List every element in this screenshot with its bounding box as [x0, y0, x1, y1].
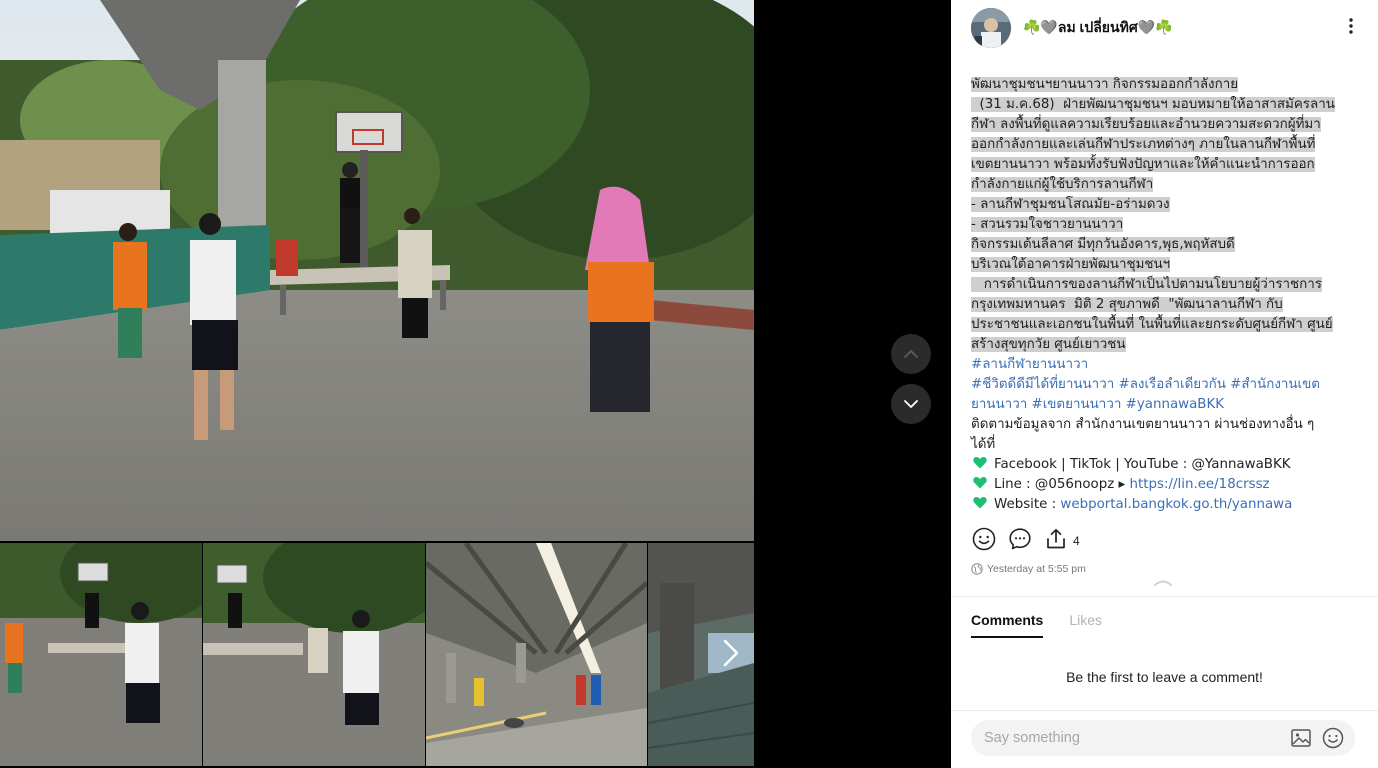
empty-comments-message: Be the first to leave a comment!	[1066, 669, 1263, 685]
post-detail-panel: ☘️🩶ลม เปลี่ยนทิศ🩶☘️ พัฒนาชุมชนฯยานนาวา ก…	[951, 0, 1378, 768]
tab-comments[interactable]: Comments	[971, 612, 1044, 638]
comment-input[interactable]	[984, 720, 1274, 756]
hashtag-link[interactable]: #ลานกีฬายานนาวา	[971, 357, 1088, 372]
share-button[interactable]	[1043, 528, 1069, 554]
comment-bubble-icon	[1008, 527, 1032, 556]
post-line: สร้างสุขทุกวัย ศูนย์เยาวชน	[971, 337, 1126, 352]
smiley-icon	[972, 527, 996, 556]
follow-text: ได้ที่	[971, 437, 996, 452]
react-button[interactable]	[971, 527, 997, 556]
comment-composer	[971, 720, 1355, 756]
post-line: พัฒนาชุมชนฯยานนาวา กิจกรรมออกกำลังกาย	[971, 77, 1239, 92]
post-line: - ลานกีฬาชุมชนโสณมัย-อร่ามดวง	[971, 197, 1170, 212]
post-line: การดำเนินการของลานกีฬาเป็นไปตามนโยบายผู้…	[971, 277, 1322, 292]
globe-icon	[971, 563, 983, 575]
post-line: กำลังกายแก่ผู้ใช้บริการลานกีฬา	[971, 177, 1154, 192]
line-id-text: Line : @056noopz ▸	[994, 477, 1130, 492]
social-accounts-text: Facebook | TikTok | YouTube : @YannawaBK…	[994, 457, 1291, 472]
media-viewer	[0, 0, 951, 768]
chevron-up-icon	[1152, 574, 1174, 591]
post-line: กรุงเทพมหานคร มิติ 2 สุขภาพดี "พัฒนาลานก…	[971, 297, 1283, 312]
comment-button[interactable]	[1007, 527, 1033, 556]
post-line: กีฬา ลงพื้นที่ดูแลความเรียบร้อยและอำนวยค…	[971, 117, 1321, 132]
chevron-right-icon	[722, 638, 740, 673]
thumbnail-1[interactable]	[0, 543, 202, 766]
tab-likes[interactable]: Likes	[1069, 612, 1102, 638]
post-line: ประชาชนและเอกชนในพื้นที่ ในพื้นที่และยกร…	[971, 317, 1333, 332]
website-label: Website :	[994, 497, 1061, 512]
more-vertical-icon	[1349, 17, 1353, 39]
avatar[interactable]	[971, 8, 1011, 48]
hashtag-links[interactable]: #ชีวิตดีดีมีได้ที่ยานนาวา #ลงเรือลำเดียว…	[971, 377, 1320, 392]
website-row: Website : webportal.bangkok.go.th/yannaw…	[971, 495, 1363, 515]
line-url-link[interactable]: https://lin.ee/18crssz	[1130, 477, 1270, 492]
post-line: ออกกำลังกายและเล่นกีฬาประเภทต่างๆ ภายในล…	[971, 137, 1316, 152]
previous-post-button[interactable]	[891, 334, 931, 374]
post-line: (31 ม.ค.68) ฝ่ายพัฒนาชุมชนฯ มอบหมายให้อา…	[971, 97, 1335, 112]
divider	[951, 596, 1378, 597]
thumbnail-strip	[0, 543, 754, 768]
green-heart-icon	[973, 456, 987, 469]
hashtag-links[interactable]: ยานนาวา #เขตยานนาวา #yannawaBKK	[971, 397, 1224, 412]
line-row: Line : @056noopz ▸ https://lin.ee/18crss…	[971, 475, 1363, 495]
next-post-button[interactable]	[891, 384, 931, 424]
social-row: Facebook | TikTok | YouTube : @YannawaBK…	[971, 455, 1363, 475]
post-line: บริเวณใต้อาคารฝ่ายพัฒนาชุมชนฯ	[971, 257, 1171, 272]
thumbnail-2[interactable]	[203, 543, 425, 766]
more-options-button[interactable]	[1339, 16, 1363, 40]
post-timestamp: Yesterday at 5:55 pm	[971, 563, 1086, 575]
share-icon	[1044, 527, 1068, 556]
thumbnail-next-button[interactable]	[716, 637, 746, 673]
chevron-up-icon	[903, 349, 919, 359]
divider	[951, 710, 1378, 711]
post-actions: 4	[971, 527, 1080, 556]
post-line: กิจกรรมเต้นลีลาศ มีทุกวันอังคาร,พุธ,พฤหั…	[971, 237, 1235, 252]
image-attach-icon[interactable]	[1291, 729, 1311, 747]
author-name[interactable]: ☘️🩶ลม เปลี่ยนทิศ🩶☘️	[1023, 17, 1173, 39]
post-line: เขตยานนาวา พร้อมทั้งรับฟังปัญหาและให้คำแ…	[971, 157, 1315, 172]
post-header: ☘️🩶ลม เปลี่ยนทิศ🩶☘️	[951, 0, 1378, 60]
post-text: พัฒนาชุมชนฯยานนาวา กิจกรรมออกกำลังกาย (3…	[971, 75, 1363, 515]
follow-text: ติดตามข้อมูลจาก สำนักงานเขตยานนาวา ผ่านช…	[971, 417, 1315, 432]
main-photo[interactable]	[0, 0, 754, 541]
share-count: 4	[1073, 534, 1080, 548]
chevron-down-icon	[903, 399, 919, 409]
comment-tabs: Comments Likes	[971, 612, 1128, 638]
green-heart-icon	[973, 476, 987, 489]
website-url-link[interactable]: webportal.bangkok.go.th/yannawa	[1060, 497, 1292, 512]
thumbnail-3[interactable]	[426, 543, 647, 766]
post-line: - สวนรวมใจชาวยานนาวา	[971, 217, 1124, 232]
collapse-button[interactable]	[1152, 574, 1174, 586]
green-heart-icon	[973, 496, 987, 509]
emoji-picker-icon[interactable]	[1322, 727, 1344, 749]
timestamp-text: Yesterday at 5:55 pm	[987, 563, 1086, 575]
